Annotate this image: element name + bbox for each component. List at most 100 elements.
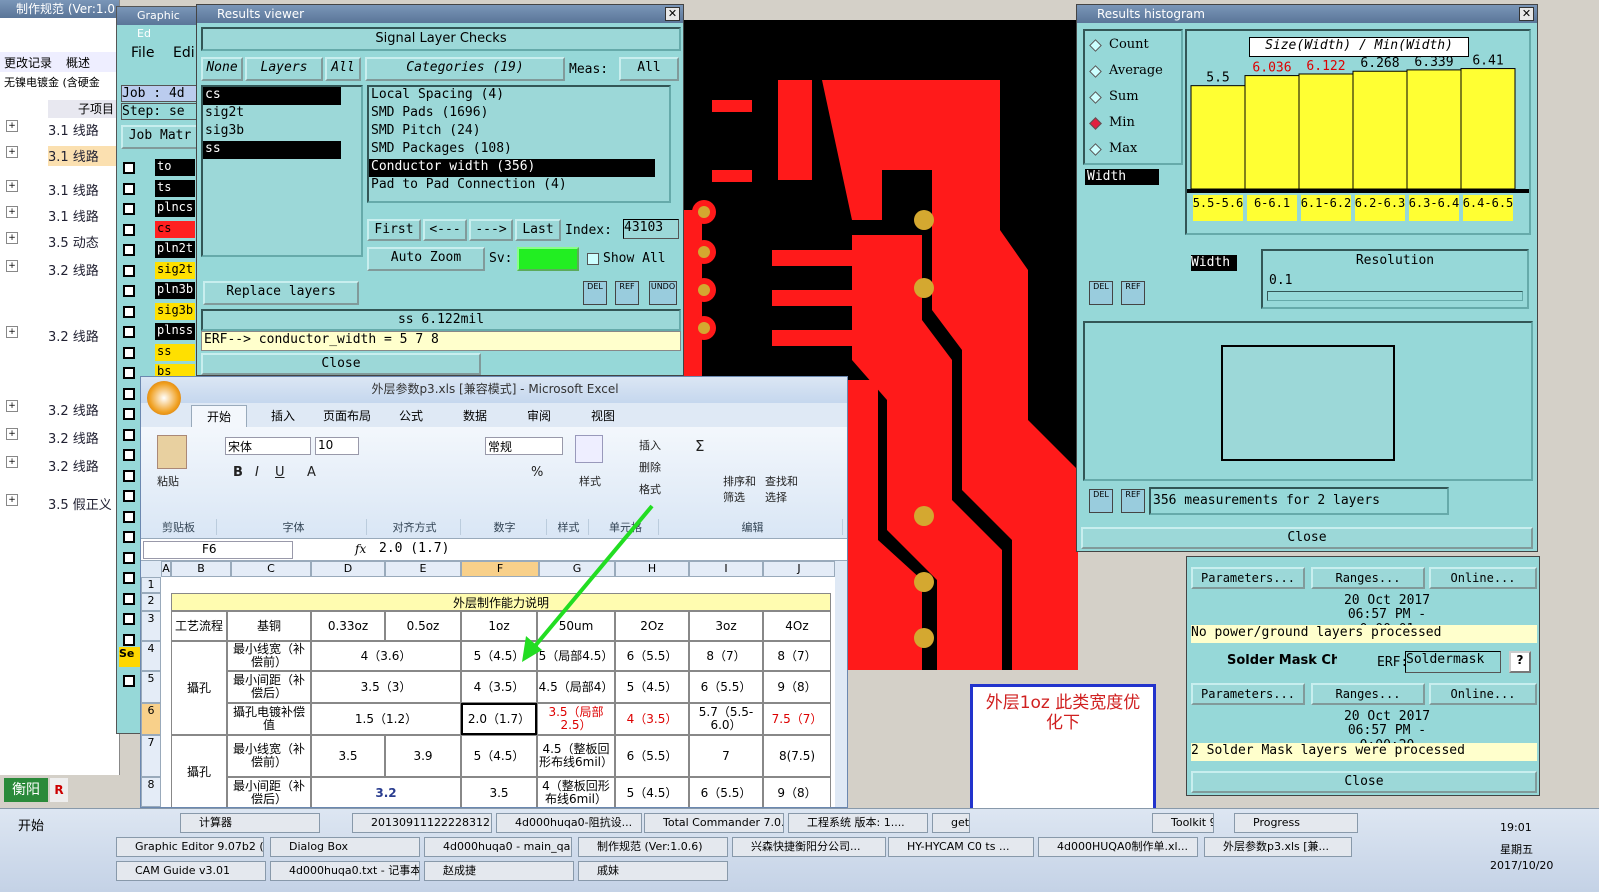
taskbar-item[interactable]: 20130911122228312...: [352, 813, 492, 833]
format-cells[interactable]: 格式: [639, 481, 661, 497]
taskbar-item[interactable]: Graphic Editor 9.07b2 (0...: [116, 837, 264, 857]
selected-cell[interactable]: 2.0（1.7）: [461, 703, 537, 735]
size-combo[interactable]: 10: [315, 437, 359, 455]
row-header[interactable]: 5: [141, 671, 161, 703]
last-button[interactable]: Last: [515, 219, 561, 241]
spec-row[interactable]: 3.2 线路: [48, 326, 118, 346]
sheet-cell[interactable]: 4.5（局部4）: [537, 671, 615, 703]
spec-row[interactable]: 3.1 线路: [48, 180, 118, 200]
layer-item[interactable]: sig3b: [155, 302, 195, 320]
row-header[interactable]: 3: [141, 611, 161, 641]
layer-item[interactable]: to: [155, 159, 195, 176]
index-input[interactable]: 43103: [623, 219, 679, 239]
replace-layers-button[interactable]: Replace layers: [203, 281, 359, 305]
row-header[interactable]: 4: [141, 641, 161, 671]
paste-icon[interactable]: [157, 435, 187, 469]
row-header[interactable]: 2: [141, 593, 161, 611]
sheet-cell[interactable]: 6（5.5）: [689, 777, 763, 807]
layers-button[interactable]: Layers: [245, 57, 323, 81]
sheet-cell[interactable]: 3.5: [311, 735, 385, 777]
sheet-cell[interactable]: 5（4.5）: [615, 671, 689, 703]
row-header[interactable]: 8: [141, 777, 161, 807]
taskbar-item[interactable]: 4d000huqa0-阻抗设...: [496, 813, 642, 833]
font-combo[interactable]: 宋体: [225, 437, 311, 455]
sheet-cell[interactable]: 8(7.5): [763, 735, 831, 777]
sheet-cell[interactable]: 最小线宽（补偿前）: [227, 735, 311, 777]
style-icon[interactable]: [575, 435, 603, 463]
category-item[interactable]: SMD Packages (108): [369, 141, 655, 159]
hist-close-icon[interactable]: ✕: [1519, 7, 1534, 21]
layer-toggle-icon[interactable]: [123, 674, 135, 687]
taskbar-item[interactable]: get: [932, 813, 970, 833]
layers-listbox[interactable]: cs sig2t sig3b ss: [201, 85, 363, 257]
spec-row[interactable]: 3.1 线路: [48, 120, 118, 140]
meas-dropdown[interactable]: All: [619, 57, 679, 81]
row-header[interactable]: 1: [141, 577, 161, 593]
sheet-cell[interactable]: 4（3.5）: [615, 703, 689, 735]
radio-icon[interactable]: [1089, 39, 1102, 52]
layer-toggle-icon[interactable]: [123, 469, 135, 482]
taskbar-item[interactable]: Progress: [1234, 813, 1358, 833]
row-header[interactable]: 7: [141, 735, 161, 777]
ribbon-tab[interactable]: 开始: [191, 405, 247, 427]
layer-item[interactable]: ss: [155, 343, 195, 361]
layer-toggle-icon[interactable]: [123, 387, 135, 400]
sum-icon[interactable]: Σ: [695, 437, 704, 455]
find-select-button[interactable]: 查找和选择: [765, 473, 805, 505]
erf-value[interactable]: Soldermask: [1405, 651, 1501, 673]
layer-item[interactable]: plnss: [155, 323, 195, 340]
category-item[interactable]: Pad to Pad Connection (4): [369, 177, 655, 195]
progress-close-button[interactable]: Close: [1191, 771, 1537, 793]
column-header[interactable]: B: [171, 561, 231, 577]
none-button[interactable]: None: [201, 57, 243, 81]
layer-item[interactable]: ts: [155, 179, 195, 197]
sheet-cell[interactable]: 7: [689, 735, 763, 777]
categories-listbox[interactable]: Local Spacing (4) SMD Pads (1696) SMD Pitc…: [367, 85, 671, 203]
ribbon-tab[interactable]: 插入: [255, 405, 311, 427]
layer-toggle-icon[interactable]: [123, 203, 135, 215]
layer-toggle-icon[interactable]: [123, 305, 135, 318]
layer-toggle-icon[interactable]: [123, 633, 135, 646]
del-icon[interactable]: DEL: [583, 281, 607, 305]
radio-icon[interactable]: [1089, 117, 1102, 130]
sheet-cell[interactable]: 1.5（1.2）: [311, 703, 461, 735]
insert-cells[interactable]: 插入: [639, 437, 661, 453]
expand-icon[interactable]: +: [6, 260, 18, 272]
layer-item[interactable]: pln2t: [155, 241, 195, 258]
resolution-slider[interactable]: [1267, 291, 1523, 301]
percent-icon[interactable]: %: [531, 465, 543, 480]
layer-toggle-icon[interactable]: [123, 531, 135, 543]
expand-icon[interactable]: +: [6, 494, 18, 506]
header-cell[interactable]: 工艺流程: [171, 611, 227, 641]
sheet-cell[interactable]: 6（5.5）: [615, 735, 689, 777]
style-label[interactable]: 样式: [579, 473, 601, 489]
expand-icon[interactable]: +: [6, 232, 18, 244]
ranges-button-2[interactable]: Ranges...: [1311, 683, 1425, 705]
taskbar-item[interactable]: Total Commander 7.0...: [644, 813, 784, 833]
delete-cells[interactable]: 删除: [639, 459, 661, 475]
taskbar-item[interactable]: HY-HYCAM C0 ts ...: [888, 837, 1034, 857]
spec-row[interactable]: 3.1 线路: [48, 206, 118, 226]
sheet-cell[interactable]: 3.5（3）: [311, 671, 461, 703]
hist-ref-icon-2[interactable]: REF: [1121, 489, 1145, 513]
expand-icon[interactable]: +: [6, 400, 18, 412]
sheet-cell[interactable]: 最小间距（补偿后）: [227, 777, 311, 807]
column-header[interactable]: E: [385, 561, 461, 577]
row-label-cell-2[interactable]: 攝孔: [171, 735, 227, 807]
rv-close-button[interactable]: Close: [201, 353, 481, 375]
sheet-cell[interactable]: 3.5（局部2.5）: [537, 703, 615, 735]
layer-toggle-icon[interactable]: [123, 551, 135, 564]
taskbar-item[interactable]: Toolkit 9....: [1152, 813, 1214, 833]
expand-icon[interactable]: +: [6, 120, 18, 132]
office-button-icon[interactable]: [147, 381, 181, 415]
sheet-cell[interactable]: 最小线宽（补偿前）: [227, 641, 311, 671]
column-header[interactable]: C: [231, 561, 311, 577]
column-header[interactable]: A: [161, 561, 171, 577]
option-label[interactable]: Sum: [1109, 89, 1139, 104]
hist-ref-icon[interactable]: REF: [1121, 281, 1145, 305]
expand-icon[interactable]: +: [6, 428, 18, 440]
sheet-cell[interactable]: 3.2: [311, 777, 461, 807]
hist-close-button[interactable]: Close: [1081, 527, 1533, 549]
category-item[interactable]: Local Spacing (4): [369, 87, 655, 105]
option-label[interactable]: Min: [1109, 115, 1135, 130]
